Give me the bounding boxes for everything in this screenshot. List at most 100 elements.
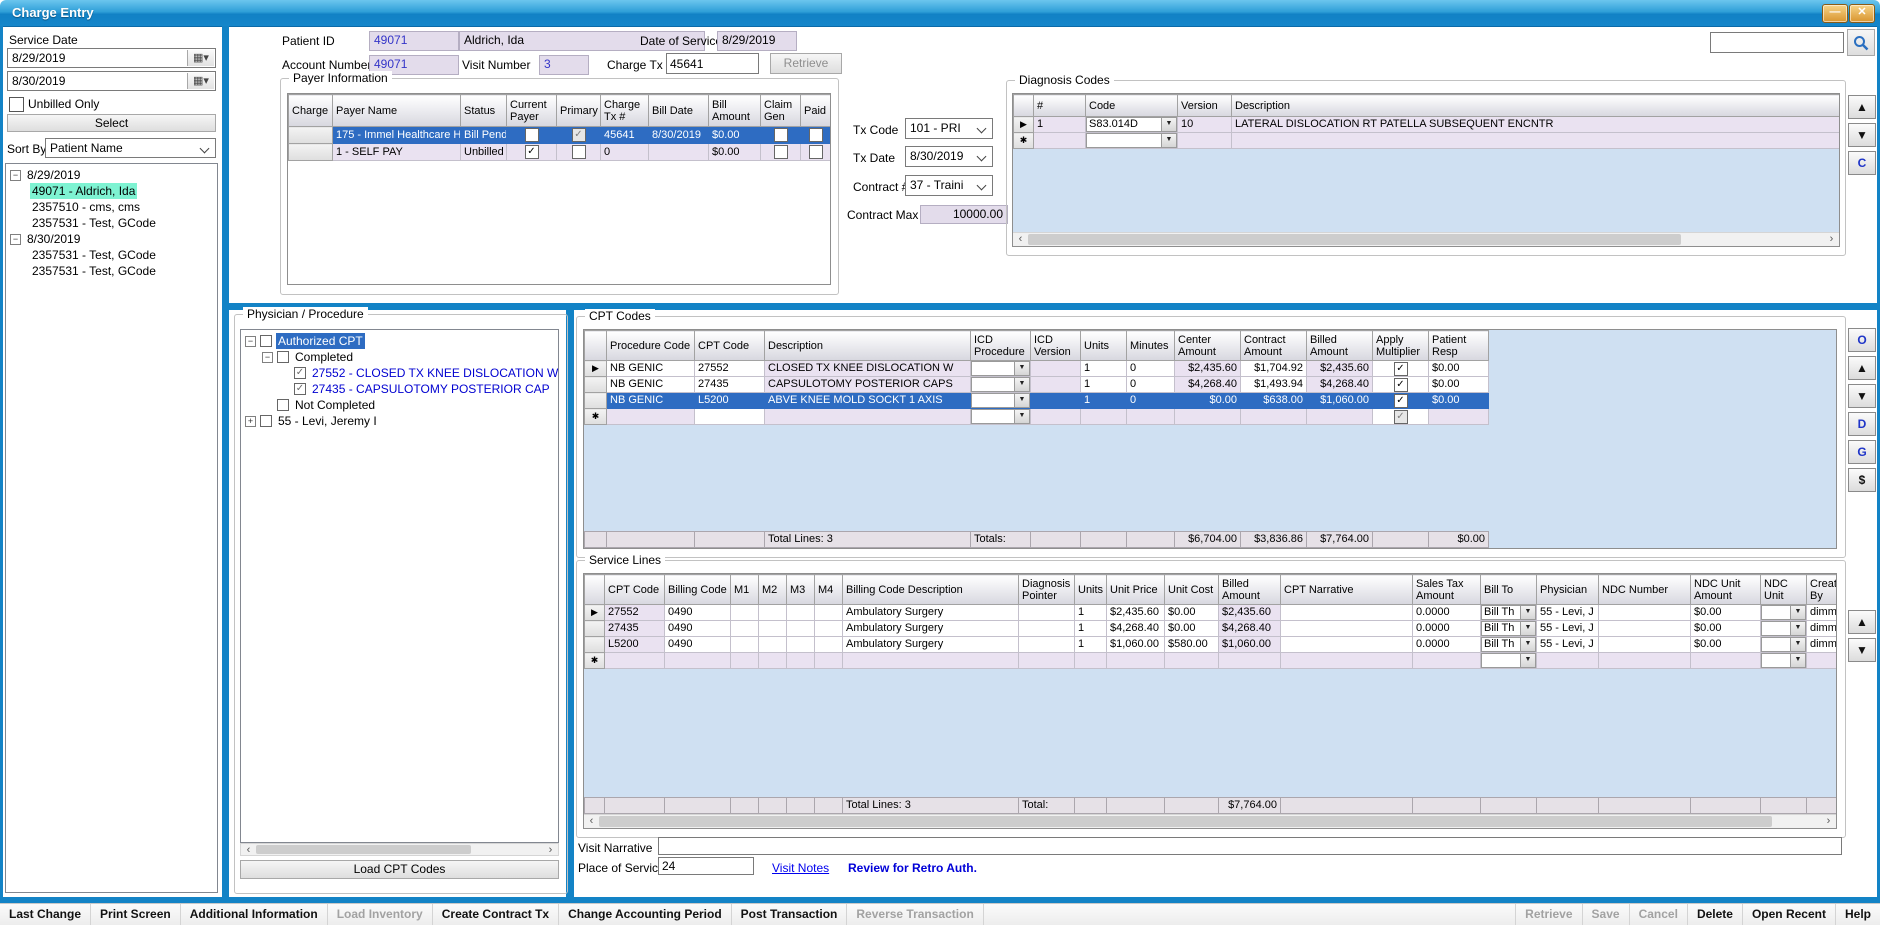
dropdown-button[interactable]: ▼ xyxy=(1790,654,1805,667)
retrieve-button[interactable]: Retrieve xyxy=(770,53,842,74)
statusbar-item-create-contract-tx[interactable]: Create Contract Tx xyxy=(433,904,559,925)
search-button[interactable] xyxy=(1847,29,1875,56)
cpt-d-button[interactable]: D xyxy=(1848,412,1876,436)
cpt-move-up-button[interactable]: ▲ xyxy=(1848,356,1876,380)
dropdown-button[interactable]: ▼ xyxy=(1161,134,1176,147)
grid-row[interactable]: NB GENICL5200ABVE KNEE MOLD SOCKT 1 AXIS… xyxy=(585,393,1489,409)
service-date-from-picker[interactable]: 8/29/2019 ▦▾ xyxy=(7,48,216,68)
grid-row[interactable]: ▶NB GENIC27552CLOSED TX KNEE DISLOCATION… xyxy=(585,361,1489,377)
tx-date-dropdown[interactable]: 8/30/2019 xyxy=(905,146,993,167)
grid-row[interactable]: ▶1S83.014D▼10LATERAL DISLOCATION RT PATE… xyxy=(1014,117,1840,133)
tree-item[interactable]: 49071 - Aldrich, Ida xyxy=(6,183,217,199)
column-header[interactable]: Billed Amount xyxy=(1307,331,1373,361)
tree-item[interactable]: ✓27552 - CLOSED TX KNEE DISLOCATION W xyxy=(241,365,558,381)
tree-item[interactable]: 2357531 - Test, GCode xyxy=(6,247,217,263)
diagnosis-move-down-button[interactable]: ▼ xyxy=(1848,123,1876,147)
close-button[interactable]: ✕ xyxy=(1849,4,1875,23)
visit-narrative-input[interactable] xyxy=(658,837,1842,855)
checkbox[interactable] xyxy=(809,128,823,142)
statusbar-item-last-change[interactable]: Last Change xyxy=(0,904,91,925)
statusbar-item-post-transaction[interactable]: Post Transaction xyxy=(732,904,848,925)
column-header[interactable]: # xyxy=(1034,95,1086,117)
search-input[interactable] xyxy=(1710,32,1844,53)
column-header[interactable]: Procedure Code xyxy=(607,331,695,361)
statusbar-item-open-recent[interactable]: Open Recent xyxy=(1742,904,1835,925)
grid-row[interactable]: NB GENIC27435CAPSULOTOMY POSTERIOR CAPS▼… xyxy=(585,377,1489,393)
cpt-dollar-button[interactable]: $ xyxy=(1848,468,1876,492)
grid-row[interactable]: 175 - Immel Healthcare HBill Pendi✓45641… xyxy=(289,127,831,144)
grid-row[interactable]: 274350490Ambulatory Surgery1$4,268.40$0.… xyxy=(585,621,1838,637)
checkbox[interactable]: ✓ xyxy=(1394,394,1408,408)
column-header[interactable]: CPT Code xyxy=(695,331,765,361)
scroll-right-button[interactable]: › xyxy=(1821,815,1836,828)
service-move-down-button[interactable]: ▼ xyxy=(1848,638,1876,662)
calendar-icon[interactable]: ▦▾ xyxy=(187,73,214,89)
tree-group[interactable]: −8/30/2019 xyxy=(6,231,217,247)
checkbox[interactable]: ✓ xyxy=(1394,410,1408,424)
expand-icon[interactable]: + xyxy=(245,416,256,427)
scroll-right-button[interactable]: › xyxy=(543,844,558,855)
dropdown-button[interactable]: ▼ xyxy=(1790,638,1805,651)
diagnosis-move-up-button[interactable]: ▲ xyxy=(1848,95,1876,119)
column-header[interactable]: Code xyxy=(1086,95,1178,117)
column-header[interactable]: Unit Cost xyxy=(1165,575,1219,605)
grid-row[interactable]: ▶275520490Ambulatory Surgery1$2,435.60$0… xyxy=(585,605,1838,621)
visit-notes-link[interactable]: Visit Notes xyxy=(772,861,829,875)
collapse-icon[interactable]: − xyxy=(245,336,256,347)
checkbox[interactable]: ✓ xyxy=(1394,362,1408,376)
column-header[interactable] xyxy=(585,331,607,361)
checkbox[interactable]: ✓ xyxy=(525,145,539,159)
column-header[interactable]: ICD Version xyxy=(1031,331,1081,361)
service-move-up-button[interactable]: ▲ xyxy=(1848,610,1876,634)
column-header[interactable]: Billing Code xyxy=(665,575,731,605)
tree-checkbox[interactable] xyxy=(277,399,289,411)
tree-item[interactable]: 2357531 - Test, GCode xyxy=(6,263,217,279)
dropdown-button[interactable]: ▼ xyxy=(1161,118,1176,131)
scroll-left-button[interactable]: ‹ xyxy=(584,815,599,828)
column-header[interactable]: Billed Amount xyxy=(1219,575,1281,605)
checkbox[interactable]: ✓ xyxy=(1394,378,1408,392)
dropdown-button[interactable]: ▼ xyxy=(1014,394,1029,407)
column-header[interactable]: Minutes xyxy=(1127,331,1175,361)
scroll-right-button[interactable]: › xyxy=(1824,233,1839,246)
grid-row[interactable]: L52000490Ambulatory Surgery1$1,060.00$58… xyxy=(585,637,1838,653)
checkbox[interactable] xyxy=(774,145,788,159)
column-header[interactable]: Contract Amount xyxy=(1241,331,1307,361)
column-header[interactable]: Sales Tax Amount xyxy=(1413,575,1481,605)
dropdown-button[interactable]: ▼ xyxy=(1014,378,1029,391)
dropdown-button[interactable]: ▼ xyxy=(1520,638,1535,651)
dropdown-button[interactable]: ▼ xyxy=(1520,622,1535,635)
checkbox[interactable] xyxy=(774,128,788,142)
column-header[interactable]: CPT Code xyxy=(605,575,665,605)
tree-group[interactable]: −8/29/2019 xyxy=(6,167,217,183)
place-of-service-input[interactable] xyxy=(658,857,754,875)
column-header[interactable]: Current Payer xyxy=(507,95,557,127)
physician-procedure-tree[interactable]: −Authorized CPT−Completed✓27552 - CLOSED… xyxy=(240,329,559,843)
column-header[interactable]: Primary xyxy=(557,95,601,127)
unbilled-only-checkbox[interactable] xyxy=(9,97,24,112)
cpt-o-button[interactable]: O xyxy=(1848,328,1876,352)
statusbar-item-change-accounting-period[interactable]: Change Accounting Period xyxy=(559,904,732,925)
tree-checkbox[interactable] xyxy=(260,335,272,347)
tx-code-dropdown[interactable]: 101 - PRI xyxy=(905,118,993,139)
cpt-move-down-button[interactable]: ▼ xyxy=(1848,384,1876,408)
column-header[interactable]: Charge xyxy=(289,95,333,127)
dropdown-button[interactable]: ▼ xyxy=(1520,654,1535,667)
statusbar-item-additional-information[interactable]: Additional Information xyxy=(181,904,328,925)
grid-row[interactable]: ✱▼ xyxy=(1014,133,1840,149)
column-header[interactable]: Units xyxy=(1081,331,1127,361)
column-header[interactable]: NDC Unit Amount xyxy=(1691,575,1761,605)
column-header[interactable]: Patient Resp xyxy=(1429,331,1489,361)
collapse-icon[interactable]: − xyxy=(10,234,21,245)
tree-checkbox[interactable] xyxy=(260,415,272,427)
tree-item[interactable]: 2357510 - cms, cms xyxy=(6,199,217,215)
column-header[interactable]: NDC Unit xyxy=(1761,575,1807,605)
column-header[interactable]: CPT Narrative xyxy=(1281,575,1413,605)
column-header[interactable]: Bill Date xyxy=(649,95,709,127)
tree-item[interactable]: Not Completed xyxy=(241,397,558,413)
column-header[interactable]: Diagnosis Pointer xyxy=(1019,575,1075,605)
checkbox[interactable] xyxy=(572,145,586,159)
tree-item[interactable]: 2357531 - Test, GCode xyxy=(6,215,217,231)
charge-tx-input[interactable] xyxy=(666,53,759,74)
scroll-thumb[interactable] xyxy=(256,845,471,854)
